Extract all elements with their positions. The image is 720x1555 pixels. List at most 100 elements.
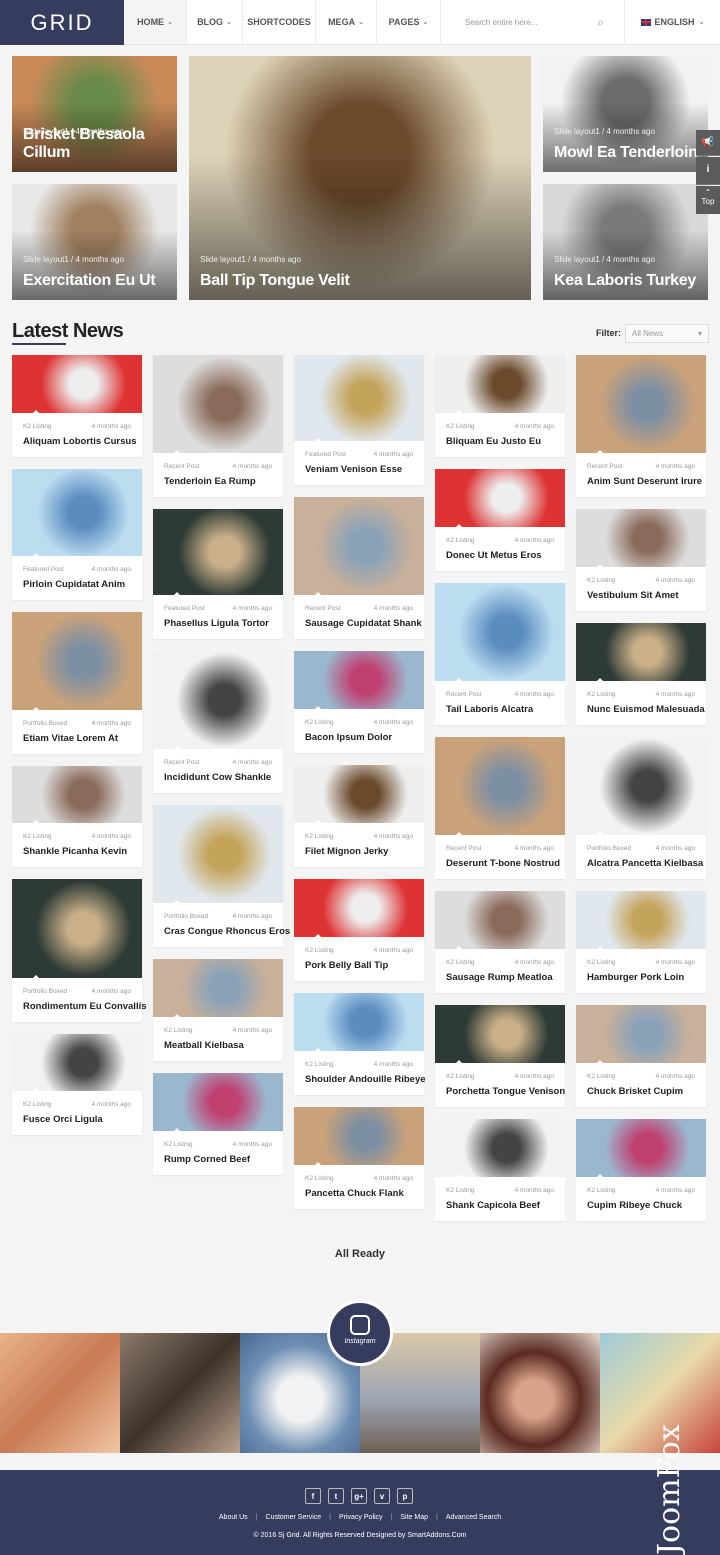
news-card[interactable]: Portfolio Boxed 4 months ago Cras Congue R… (153, 805, 290, 947)
card-category[interactable]: K2 Listing (23, 1101, 52, 1108)
news-thumbnail[interactable] (153, 509, 283, 596)
news-card[interactable]: K2 Listing 4 months ago Pork Belly Ball Ti… (294, 879, 424, 981)
news-thumbnail[interactable] (294, 497, 424, 596)
card-category[interactable]: K2 Listing (305, 719, 334, 726)
news-card[interactable]: K2 Listing 4 months ago Filet Mignon Jerky (294, 765, 424, 867)
news-card[interactable]: Portfolio Boxed 4 months ago Etiam Vitae L… (12, 612, 142, 754)
news-thumbnail[interactable] (435, 583, 565, 682)
card-category[interactable]: K2 Listing (305, 1175, 334, 1182)
card-title[interactable]: Alcatra Pancetta Kielbasa (587, 858, 703, 869)
news-thumbnail[interactable] (435, 1119, 565, 1178)
card-title[interactable]: Sausage Cupidatat Shank (305, 618, 422, 629)
news-thumbnail[interactable] (576, 1119, 706, 1178)
card-category[interactable]: Portfolio Boxed (23, 988, 67, 995)
card-category[interactable]: Recent Post (446, 691, 481, 698)
card-title[interactable]: Shoulder Andouille Ribeye (305, 1074, 426, 1085)
news-thumbnail[interactable] (435, 737, 565, 836)
news-card[interactable]: K2 Listing 4 months ago Donec Ut Metus Ero… (435, 469, 565, 571)
news-thumbnail[interactable] (153, 1073, 283, 1132)
pinterest-icon[interactable]: p (397, 1488, 413, 1504)
card-title[interactable]: Aliquam Lobortis Cursus (23, 436, 136, 447)
card-title[interactable]: Shankle Picanha Kevin (23, 846, 131, 857)
news-thumbnail[interactable] (153, 805, 283, 904)
news-card[interactable]: K2 Listing 4 months ago Pancetta Chuck Fla… (294, 1107, 424, 1209)
card-title[interactable]: Cras Congue Rhoncus Eros (164, 926, 290, 937)
nav-blog[interactable]: BLOG ⌄ (187, 0, 243, 44)
card-category[interactable]: K2 Listing (587, 691, 616, 698)
hero-slide[interactable]: Slide layout1 / 4 months ago Brisket Bres… (12, 56, 177, 172)
card-category[interactable]: Featured Post (164, 605, 205, 612)
language-selector[interactable]: ENGLISH ⌄ (625, 0, 720, 44)
news-thumbnail[interactable] (12, 612, 142, 711)
card-title[interactable]: Bacon Ipsum Dolor (305, 732, 413, 743)
card-category[interactable]: Portfolio Boxed (164, 913, 208, 920)
card-category[interactable]: K2 Listing (587, 959, 616, 966)
card-title[interactable]: Phasellus Ligula Tortor (164, 618, 272, 629)
card-title[interactable]: Fusce Orci Ligula (23, 1114, 131, 1125)
card-category[interactable]: Portfolio Boxed (23, 720, 67, 727)
news-thumbnail[interactable] (12, 879, 142, 979)
news-card[interactable]: K2 Listing 4 months ago Shankle Picanha Ke… (12, 766, 142, 867)
card-title[interactable]: Anim Sunt Deserunt Irure (587, 476, 702, 487)
news-thumbnail[interactable] (576, 1005, 706, 1064)
news-thumbnail[interactable] (576, 623, 706, 682)
card-title[interactable]: Chuck Brisket Cupim (587, 1086, 695, 1097)
news-card[interactable]: K2 Listing 4 months ago Bliquam Eu Justo E… (435, 355, 565, 457)
footer-link-privacy[interactable]: Privacy Policy (339, 1514, 383, 1521)
news-thumbnail[interactable] (294, 993, 424, 1052)
news-thumbnail[interactable] (435, 891, 565, 950)
news-card[interactable]: K2 Listing 4 months ago Shank Capicola Bee… (435, 1119, 565, 1221)
card-title[interactable]: Deserunt T-bone Nostrud (446, 858, 560, 869)
news-card[interactable]: K2 Listing 4 months ago Chuck Brisket Cupi… (576, 1005, 706, 1107)
facebook-icon[interactable]: f (305, 1488, 321, 1504)
search-input[interactable]: Search entire here... ⌕ (441, 0, 625, 44)
card-category[interactable]: Recent Post (587, 463, 622, 470)
card-category[interactable]: K2 Listing (23, 423, 52, 430)
news-thumbnail[interactable] (12, 1034, 142, 1092)
card-category[interactable]: K2 Listing (446, 1073, 475, 1080)
news-thumbnail[interactable] (435, 1005, 565, 1064)
news-card[interactable]: Recent Post 4 months ago Sausage Cupidatat… (294, 497, 424, 639)
news-thumbnail[interactable] (12, 766, 142, 824)
card-category[interactable]: Featured Post (305, 451, 346, 458)
card-title[interactable]: Vestibulum Sit Amet (587, 590, 695, 601)
google-plus-icon[interactable]: g+ (351, 1488, 367, 1504)
news-card[interactable]: Featured Post 4 months ago Pirloin Cupidat… (12, 469, 142, 600)
news-card[interactable]: Recent Post 4 months ago Incididunt Cow Sh… (153, 651, 283, 793)
card-title[interactable]: Pirloin Cupidatat Anim (23, 579, 131, 590)
news-card[interactable]: K2 Listing 4 months ago Porchetta Tongue V… (435, 1005, 565, 1107)
news-thumbnail[interactable] (294, 879, 424, 938)
news-card[interactable]: Recent Post 4 months ago Tail Laboris Alca… (435, 583, 565, 725)
news-thumbnail[interactable] (435, 355, 565, 414)
card-title[interactable]: Shank Capicola Beef (446, 1200, 554, 1211)
news-thumbnail[interactable] (294, 355, 424, 442)
card-title[interactable]: Filet Mignon Jerky (305, 846, 413, 857)
card-category[interactable]: Featured Post (23, 566, 64, 573)
news-card[interactable]: K2 Listing 4 months ago Meatball Kielbasa (153, 959, 283, 1061)
back-to-top-button[interactable]: ⌃ Top (696, 186, 720, 214)
footer-link-advanced-search[interactable]: Advanced Search (446, 1514, 501, 1521)
card-title[interactable]: Pork Belly Ball Tip (305, 960, 413, 971)
news-thumbnail[interactable] (435, 469, 565, 528)
card-category[interactable]: Recent Post (164, 463, 199, 470)
instagram-badge[interactable]: Instagram (327, 1300, 393, 1366)
card-title[interactable]: Sausage Rump Meatloa (446, 972, 554, 983)
news-card[interactable]: K2 Listing 4 months ago Shoulder Andouille… (294, 993, 426, 1095)
news-card[interactable]: Portfolio Boxed 4 months ago Rondimentum E… (12, 879, 147, 1022)
news-card[interactable]: K2 Listing 4 months ago Fusce Orci Ligula (12, 1034, 142, 1135)
nav-shortcodes[interactable]: SHORTCODES (243, 0, 316, 44)
instagram-photo[interactable] (120, 1333, 240, 1453)
card-category[interactable]: K2 Listing (305, 947, 334, 954)
card-category[interactable]: K2 Listing (305, 1061, 334, 1068)
news-thumbnail[interactable] (12, 469, 142, 557)
news-thumbnail[interactable] (576, 509, 706, 568)
card-category[interactable]: K2 Listing (305, 833, 334, 840)
twitter-icon[interactable]: t (328, 1488, 344, 1504)
card-title[interactable]: Cupim Ribeye Chuck (587, 1200, 695, 1211)
news-card[interactable]: Featured Post 4 months ago Phasellus Ligul… (153, 509, 283, 639)
card-category[interactable]: K2 Listing (446, 423, 475, 430)
card-title[interactable]: Veniam Venison Esse (305, 464, 413, 475)
info-button[interactable]: i (696, 157, 720, 185)
vimeo-icon[interactable]: v (374, 1488, 390, 1504)
footer-link-about[interactable]: About Us (219, 1514, 248, 1521)
